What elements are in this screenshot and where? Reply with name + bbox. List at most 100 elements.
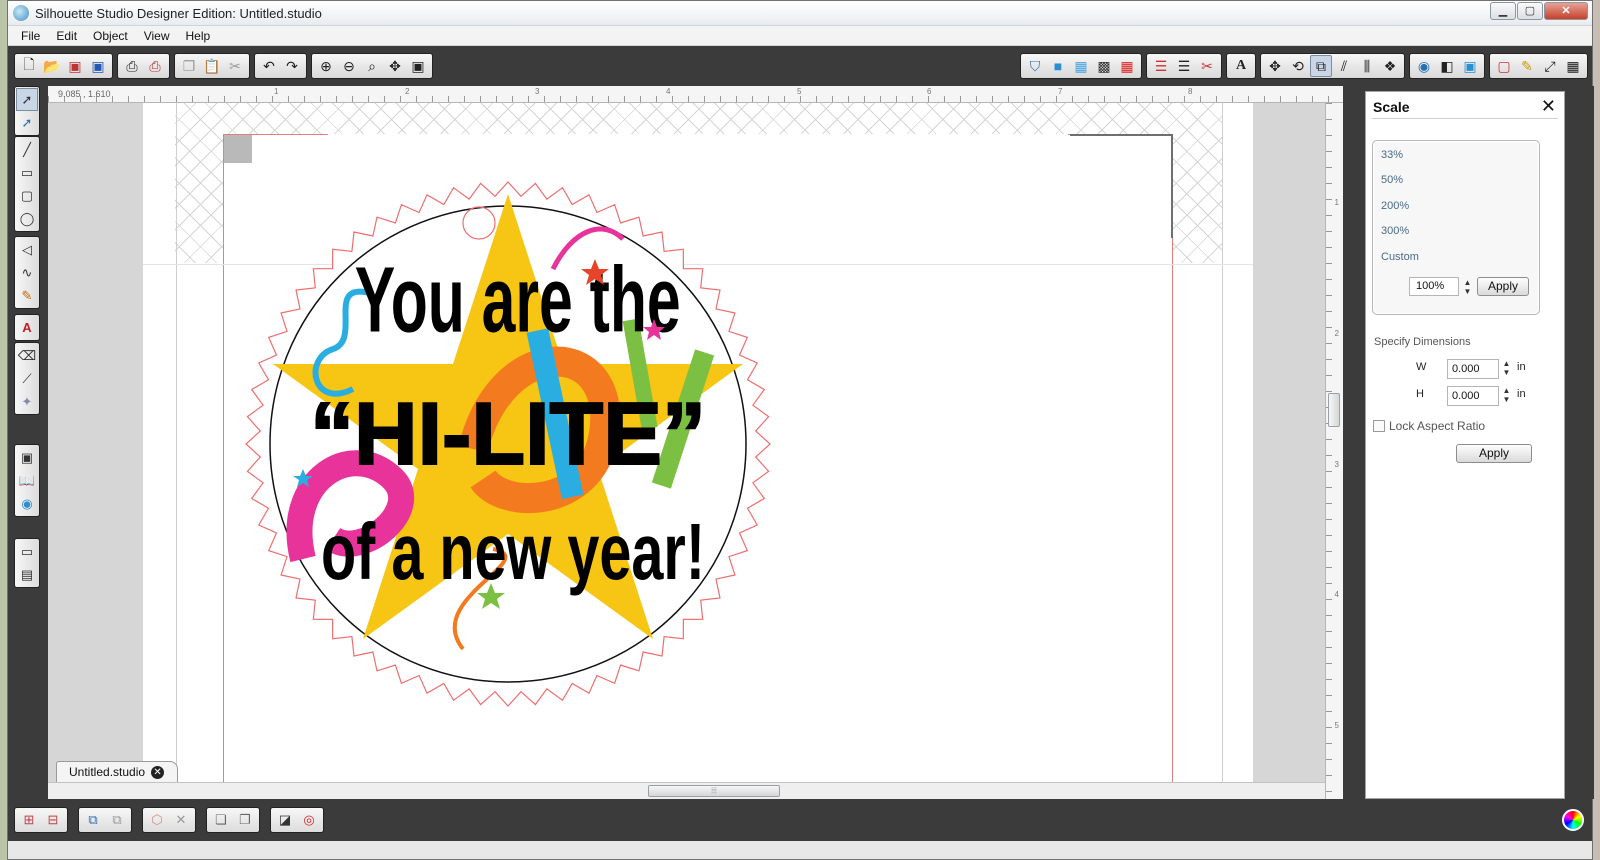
vertical-scroll-thumb[interactable] bbox=[1328, 393, 1340, 427]
cut-shape-icon[interactable]: ◪ bbox=[274, 809, 296, 831]
cut-settings-icon[interactable]: ✂ bbox=[1196, 55, 1218, 77]
menu-file[interactable]: File bbox=[14, 29, 47, 43]
copy-icon[interactable]: ❐ bbox=[178, 55, 200, 77]
store-icon[interactable]: ◉ bbox=[16, 492, 38, 515]
cut-style-icon[interactable]: ▦ bbox=[1116, 55, 1138, 77]
apply-percent-button[interactable]: Apply bbox=[1477, 277, 1529, 296]
redo-icon[interactable]: ↷ bbox=[281, 55, 303, 77]
height-input[interactable]: 0.000 bbox=[1447, 386, 1499, 406]
rounded-rectangle-tool-icon[interactable]: ▢ bbox=[16, 184, 38, 207]
line-tool-icon[interactable]: ╱ bbox=[16, 138, 38, 161]
percent-up-icon[interactable]: ▲ bbox=[1463, 279, 1472, 287]
close-button[interactable]: ✕ bbox=[1544, 2, 1588, 20]
save-icon[interactable]: ▣ bbox=[64, 55, 86, 77]
horizontal-scrollbar[interactable]: ⦙⦙⦙ bbox=[48, 782, 1325, 799]
horizontal-scroll-thumb[interactable]: ⦙⦙⦙ bbox=[648, 785, 780, 797]
preset-200[interactable]: 200% bbox=[1381, 200, 1409, 212]
polygon-tool-icon[interactable]: ◁ bbox=[16, 238, 38, 261]
width-up-icon[interactable]: ▲ bbox=[1502, 360, 1511, 368]
paste-icon[interactable]: 📋 bbox=[201, 55, 223, 77]
panel-split-icon[interactable]: ▤ bbox=[16, 563, 38, 586]
offset-icon[interactable]: ▢ bbox=[1493, 55, 1515, 77]
design-canvas[interactable]: You are the “HI-LITE” of a new year! 9.0… bbox=[48, 86, 1343, 799]
fullscreen-icon[interactable]: ⤢ bbox=[1539, 55, 1561, 77]
menu-view[interactable]: View bbox=[137, 29, 177, 43]
rotate-icon[interactable]: ⟲ bbox=[1287, 55, 1309, 77]
replicate-icon[interactable]: ❖ bbox=[1379, 55, 1401, 77]
ungroup-icon[interactable]: ⊟ bbox=[42, 809, 64, 831]
shear-icon[interactable]: ⫽ bbox=[1333, 55, 1355, 77]
preset-300[interactable]: 300% bbox=[1381, 225, 1409, 237]
open-folder-icon[interactable]: 📂 bbox=[41, 55, 63, 77]
maximize-button[interactable]: ▢ bbox=[1517, 2, 1543, 20]
trace-magic-icon[interactable]: ✦ bbox=[16, 390, 38, 413]
hi-lite-design[interactable]: You are the “HI-LITE” of a new year! bbox=[243, 179, 773, 709]
send-back-icon[interactable]: ❐ bbox=[234, 809, 256, 831]
preset-50[interactable]: 50% bbox=[1381, 174, 1403, 186]
library-icon[interactable]: ▦ bbox=[1562, 55, 1584, 77]
align-icon[interactable]: ⫼ bbox=[1356, 55, 1378, 77]
edit-points-icon[interactable]: ➚ bbox=[16, 111, 38, 134]
text-tool-icon[interactable]: A bbox=[16, 316, 38, 339]
library-view-icon[interactable]: 📖 bbox=[16, 469, 38, 492]
zoom-out-icon[interactable]: ⊖ bbox=[338, 55, 360, 77]
pattern-icon[interactable]: ▩ bbox=[1093, 55, 1115, 77]
select-arrow-icon[interactable]: ➚ bbox=[16, 88, 38, 111]
fit-page-icon[interactable]: ▣ bbox=[407, 55, 429, 77]
undo-icon[interactable]: ↶ bbox=[258, 55, 280, 77]
height-down-icon[interactable]: ▼ bbox=[1502, 396, 1511, 404]
sketch-icon[interactable]: ✎ bbox=[1516, 55, 1538, 77]
cut-icon[interactable]: ✕ bbox=[170, 809, 192, 831]
menu-help[interactable]: Help bbox=[179, 29, 218, 43]
page-setup-icon[interactable]: ◧ bbox=[1436, 55, 1458, 77]
custom-percent-input[interactable]: 100% bbox=[1409, 277, 1459, 296]
zoom-in-icon[interactable]: ⊕ bbox=[315, 55, 337, 77]
freehand-tool-icon[interactable]: ✎ bbox=[16, 284, 38, 307]
text-icon[interactable]: A bbox=[1230, 55, 1252, 77]
target-icon[interactable]: ◎ bbox=[298, 809, 320, 831]
eraser-tool-icon[interactable]: ⌫ bbox=[16, 344, 38, 367]
line-weight-icon[interactable]: ☰ bbox=[1173, 55, 1195, 77]
menu-edit[interactable]: Edit bbox=[49, 29, 84, 43]
curve-tool-icon[interactable]: ∿ bbox=[16, 261, 38, 284]
apply-dimensions-button[interactable]: Apply bbox=[1456, 444, 1532, 463]
preset-custom[interactable]: Custom bbox=[1381, 251, 1419, 263]
zoom-fit-icon[interactable]: ⌕ bbox=[361, 55, 383, 77]
panel-close-icon[interactable]: ✕ bbox=[1541, 97, 1556, 115]
release-compound-icon[interactable]: ⧉ bbox=[106, 809, 128, 831]
panel-toggle-icon[interactable]: ▭ bbox=[16, 540, 38, 563]
cut-icon[interactable]: ✂ bbox=[224, 55, 246, 77]
lock-aspect-checkbox[interactable] bbox=[1373, 420, 1385, 432]
pan-icon[interactable]: ✥ bbox=[384, 55, 406, 77]
minimize-button[interactable]: ▁ bbox=[1490, 2, 1516, 20]
bring-front-icon[interactable]: ❏ bbox=[210, 809, 232, 831]
group-icon[interactable]: ⊞ bbox=[18, 809, 40, 831]
rectangle-tool-icon[interactable]: ▭ bbox=[16, 161, 38, 184]
knife-tool-icon[interactable]: ⟋ bbox=[16, 367, 38, 390]
tab-close-icon[interactable]: ✕ bbox=[151, 765, 165, 779]
fill-color-icon[interactable]: ■ bbox=[1047, 55, 1069, 77]
percent-down-icon[interactable]: ▼ bbox=[1463, 288, 1472, 296]
save-library-icon[interactable]: ▣ bbox=[87, 55, 109, 77]
scale-icon[interactable]: ⧉ bbox=[1310, 55, 1332, 77]
height-up-icon[interactable]: ▲ bbox=[1502, 387, 1511, 395]
document-tab[interactable]: Untitled.studio ✕ bbox=[56, 761, 178, 782]
line-style-icon[interactable]: ☰ bbox=[1150, 55, 1172, 77]
move-icon[interactable]: ✥ bbox=[1264, 55, 1286, 77]
width-input[interactable]: 0.000 bbox=[1447, 359, 1499, 379]
make-compound-icon[interactable]: ⧉ bbox=[82, 809, 104, 831]
design-view-icon[interactable]: ▣ bbox=[16, 446, 38, 469]
menu-object[interactable]: Object bbox=[86, 29, 135, 43]
print-icon[interactable]: ⎙ bbox=[121, 55, 143, 77]
ellipse-tool-icon[interactable]: ◯ bbox=[16, 207, 38, 230]
trace-icon[interactable]: ◉ bbox=[1413, 55, 1435, 77]
new-document-icon[interactable]: 🗋 bbox=[18, 55, 40, 77]
fill-icon[interactable]: ⛉ bbox=[1024, 55, 1046, 77]
weld-icon[interactable]: ⬡ bbox=[146, 809, 168, 831]
registration-icon[interactable]: ▣ bbox=[1459, 55, 1481, 77]
print-cut-icon[interactable]: ⎙ bbox=[144, 55, 166, 77]
width-down-icon[interactable]: ▼ bbox=[1502, 369, 1511, 377]
gradient-icon[interactable]: ▦ bbox=[1070, 55, 1092, 77]
preset-33[interactable]: 33% bbox=[1381, 149, 1403, 161]
color-wheel-icon[interactable] bbox=[1562, 809, 1584, 831]
